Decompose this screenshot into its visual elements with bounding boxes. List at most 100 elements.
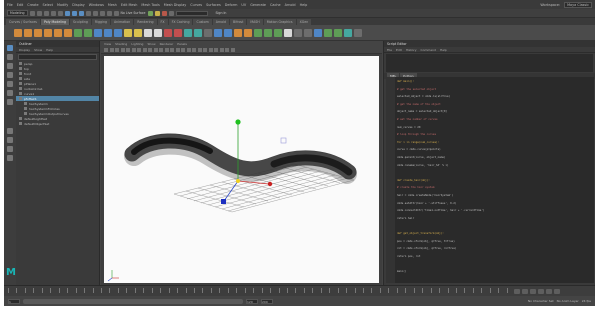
film-gate-icon[interactable] (131, 48, 136, 52)
plane-handle[interactable] (280, 137, 287, 144)
menu-help[interactable]: Help (300, 3, 308, 7)
panel-icon-4[interactable] (344, 28, 352, 37)
viewport-menu-renderer[interactable]: Renderer (160, 41, 174, 47)
separate-icon[interactable] (84, 28, 92, 37)
snap-curve-icon[interactable] (92, 10, 98, 16)
mirror-icon[interactable] (184, 28, 192, 37)
reduce-icon[interactable] (174, 28, 182, 37)
wireframe-icon[interactable] (159, 48, 163, 52)
image-plane-icon[interactable] (120, 48, 125, 52)
snap-point-icon[interactable] (99, 10, 105, 16)
redo-icon[interactable] (57, 10, 63, 16)
viewport-menu-view[interactable]: View (104, 41, 111, 47)
boolean-icon[interactable] (194, 28, 202, 37)
outliner-search-input[interactable] (18, 54, 97, 60)
layout-two-icon[interactable] (7, 146, 13, 152)
play-forward-icon[interactable] (538, 289, 544, 294)
curve-tool-icon[interactable] (284, 28, 292, 37)
target-weld-icon[interactable] (144, 28, 152, 37)
menu-windows[interactable]: Windows (89, 3, 104, 7)
grid-toggle-icon[interactable] (126, 48, 130, 52)
mode-dropdown[interactable]: Modeling (7, 10, 28, 16)
snap-surface-icon[interactable] (113, 10, 119, 16)
automatic-map-icon[interactable] (224, 28, 232, 37)
se-menu-file[interactable]: File (387, 47, 392, 52)
fps-label[interactable]: 24 fps (582, 299, 591, 303)
render-view-icon[interactable] (244, 28, 252, 37)
panel-icon-2[interactable] (324, 28, 332, 37)
menu-file[interactable]: File (7, 3, 13, 7)
ipr-render-icon[interactable] (161, 10, 167, 16)
menu-select[interactable]: Select (43, 3, 53, 7)
multi-cut-icon[interactable] (134, 28, 142, 37)
smooth-shade-icon[interactable] (164, 48, 169, 52)
menu-display[interactable]: Display (72, 3, 85, 7)
menu-edit-mesh[interactable]: Edit Mesh (121, 3, 138, 7)
se-menu-command[interactable]: Command (421, 47, 436, 52)
go-to-start-icon[interactable] (514, 289, 520, 294)
new-scene-icon[interactable] (29, 10, 35, 16)
go-to-end-icon[interactable] (554, 289, 560, 294)
select-component-icon[interactable] (78, 10, 84, 16)
xray-joints-icon[interactable] (219, 48, 224, 52)
end-frame-field[interactable]: 120 (246, 298, 258, 304)
menu-modify[interactable]: Modify (57, 3, 68, 7)
se-menu-history[interactable]: History (406, 47, 417, 52)
undo-icon[interactable] (50, 10, 56, 16)
scale-tool-icon[interactable] (7, 90, 13, 96)
lights-icon[interactable] (181, 48, 185, 52)
poly-cylinder-icon[interactable] (34, 28, 42, 37)
select-tool-icon[interactable] (7, 45, 13, 51)
se-menu-edit[interactable]: Edit (396, 47, 402, 52)
menu-arnold[interactable]: Arnold (285, 3, 296, 7)
poly-cone-icon[interactable] (44, 28, 52, 37)
snap-grid-icon[interactable] (85, 10, 91, 16)
resolution-gate-icon[interactable] (137, 48, 141, 52)
start-frame-field[interactable]: 1 (8, 298, 20, 304)
menu-deform[interactable]: Deform (225, 3, 238, 7)
z-axis-handle[interactable] (221, 199, 226, 204)
script-input-area[interactable]: def main(): # get the selected object se… (386, 77, 594, 283)
poly-torus-icon[interactable] (64, 28, 72, 37)
character-set-label[interactable]: No Character Set (528, 299, 554, 303)
last-tool-icon[interactable] (7, 99, 13, 105)
menu-edit[interactable]: Edit (17, 3, 24, 7)
time-slider[interactable] (4, 285, 595, 296)
poly-plane-icon[interactable] (54, 28, 62, 37)
layout-icon-1[interactable] (294, 28, 302, 37)
layout-icon-2[interactable] (304, 28, 312, 37)
snap-view-icon[interactable] (106, 10, 112, 16)
anti-aliasing-icon[interactable] (203, 48, 207, 52)
hair-icon[interactable] (254, 28, 262, 37)
menu-generate[interactable]: Generate (250, 3, 266, 7)
panel-icon-1[interactable] (314, 28, 322, 37)
step-back-icon[interactable] (522, 289, 528, 294)
workspace-dropdown[interactable]: Maya Classic (564, 1, 592, 8)
ambient-occlusion-icon[interactable] (192, 48, 196, 52)
move-tool-icon[interactable] (7, 72, 13, 78)
xgen-icon[interactable] (274, 28, 282, 37)
layout-single-icon[interactable] (7, 128, 13, 134)
anim-layer-label[interactable]: No Anim Layer (557, 299, 579, 303)
select-hierarchy-icon[interactable] (64, 10, 70, 16)
y-axis-handle[interactable] (235, 119, 241, 125)
motion-blur-icon[interactable] (197, 48, 202, 52)
poly-cube-icon[interactable] (24, 28, 32, 37)
lasso-tool-icon[interactable] (7, 54, 13, 60)
exposure-icon[interactable] (225, 48, 229, 52)
viewport-menu-panels[interactable]: Panels (177, 41, 187, 47)
xray-icon[interactable] (214, 48, 218, 52)
step-forward-icon[interactable] (546, 289, 552, 294)
viewport-canvas[interactable] (104, 56, 379, 283)
bridge-icon[interactable] (104, 28, 112, 37)
safe-action-icon[interactable] (153, 48, 158, 52)
history-icon[interactable] (147, 10, 153, 16)
shadows-icon[interactable] (186, 48, 191, 52)
rotate-tool-icon[interactable] (7, 81, 13, 87)
paint-select-icon[interactable] (7, 63, 13, 69)
menu-uv[interactable]: UV (241, 3, 246, 7)
x-axis-handle[interactable] (267, 181, 273, 187)
field-chart-icon[interactable] (148, 48, 152, 52)
panel-icon-5[interactable] (354, 28, 362, 37)
sign-in-label[interactable]: Sign In (216, 11, 227, 15)
